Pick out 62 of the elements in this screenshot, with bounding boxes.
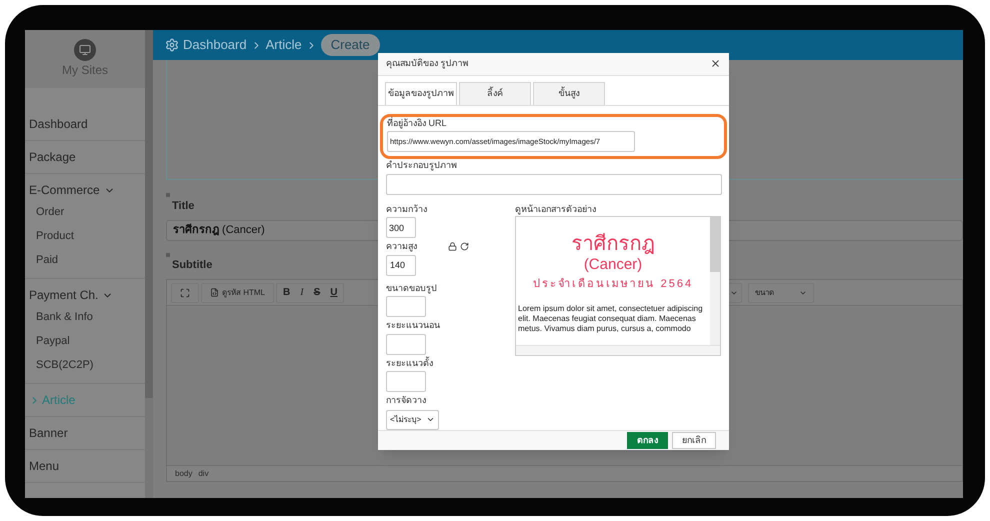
tab[interactable]: ขั้นสูง xyxy=(533,82,605,105)
sidebar-item[interactable]: Payment Ch. xyxy=(25,285,145,305)
field-label: ระยะแนวตั้ง xyxy=(386,356,433,370)
sidebar-item[interactable]: Dashboard xyxy=(25,114,145,134)
preview-tagline: ประจำเดือนเมษายน 2564 xyxy=(532,276,694,292)
fullscreen-button[interactable] xyxy=(171,282,199,302)
sidebar-item[interactable]: E-Commerce xyxy=(25,180,145,200)
sidebar-subitem[interactable]: Paypal xyxy=(25,329,145,353)
preview-subheading: (Cancer) xyxy=(584,256,642,274)
sidebar-item[interactable]: Menu xyxy=(25,456,145,476)
settings-icon xyxy=(165,38,179,52)
field-label: ความกว้าง xyxy=(386,202,427,216)
format-button[interactable]: I xyxy=(300,285,304,300)
align-select[interactable]: <ไม่ระบุ> xyxy=(386,410,439,430)
element-path[interactable]: body xyxy=(175,468,192,480)
breadcrumb-link[interactable]: Article xyxy=(266,35,302,55)
field-label: ระยะแนวนอน xyxy=(386,319,440,332)
input-field[interactable] xyxy=(386,296,426,318)
breadcrumb-current: Create xyxy=(320,34,380,56)
sidebar-item[interactable]: Package xyxy=(25,147,145,167)
sidebar-item[interactable]: Banner xyxy=(25,423,145,443)
format-button[interactable]: B xyxy=(283,285,290,300)
input-field[interactable] xyxy=(386,371,426,392)
source-button[interactable]: ดูรหัส HTML xyxy=(201,282,274,302)
horizontal-scrollbar[interactable] xyxy=(516,345,720,356)
input-field[interactable]: 300 xyxy=(386,217,416,238)
field-label: คำประกอบรูปภาพ xyxy=(386,159,457,172)
monitor-icon xyxy=(74,38,96,60)
field-label: Title xyxy=(172,199,194,214)
field-label: ที่อยู่อ้างอิง URL xyxy=(387,116,447,130)
reset-icon[interactable] xyxy=(460,242,469,252)
tab[interactable]: ลิ้งค์ xyxy=(459,82,531,105)
scrollbar-thumb[interactable] xyxy=(710,217,720,272)
code-file-icon xyxy=(210,288,219,297)
sidebar-subitem[interactable]: Order xyxy=(25,200,145,224)
sidebar-subitem[interactable]: Bank & Info xyxy=(25,305,145,329)
format-button[interactable]: S xyxy=(314,285,320,300)
sidebar-subitem[interactable]: Paid xyxy=(25,248,145,272)
ok-button[interactable]: ตกลง xyxy=(627,432,668,449)
field-label: ดูหน้าเอกสารตัวอย่าง xyxy=(515,202,597,216)
preview-heading: ราศีกรกฎ xyxy=(572,232,654,256)
field-label: Subtitle xyxy=(172,258,212,272)
input-field[interactable] xyxy=(386,334,426,355)
input-field[interactable] xyxy=(386,174,722,195)
format-button[interactable]: U xyxy=(330,285,338,300)
element-path[interactable]: div xyxy=(198,468,209,480)
breadcrumb-link[interactable]: Dashboard xyxy=(183,35,247,55)
close-icon[interactable] xyxy=(710,58,721,70)
field-label: การจัดวาง xyxy=(386,394,427,408)
preview-text: Lorem ipsum dolor sit amet, consectetuer adipiscing elit. Maecenas feugiat consequat diam. Maecenas metus. Vivamus diam purus, cursus a, commodo xyxy=(517,304,704,334)
sidebar-subitem[interactable]: SCB(2C2P) xyxy=(25,353,145,377)
scrollbar-thumb[interactable] xyxy=(145,30,153,398)
sidebar-subitem[interactable]: Product xyxy=(25,224,145,248)
cancel-button[interactable]: ยกเลิก xyxy=(672,432,716,449)
field-label: ความสูง xyxy=(386,240,418,254)
tab[interactable]: ข้อมูลของรูปภาพ xyxy=(385,82,457,105)
fullscreen-icon xyxy=(180,288,190,298)
field-label: ขนาดขอบรูป xyxy=(386,282,437,296)
input-field[interactable]: 140 xyxy=(386,254,416,276)
lock-icon[interactable] xyxy=(448,242,457,252)
dialog-title: คุณสมบัติของ รูปภาพ xyxy=(386,57,469,70)
size-dropdown[interactable]: ขนาด xyxy=(748,282,814,302)
